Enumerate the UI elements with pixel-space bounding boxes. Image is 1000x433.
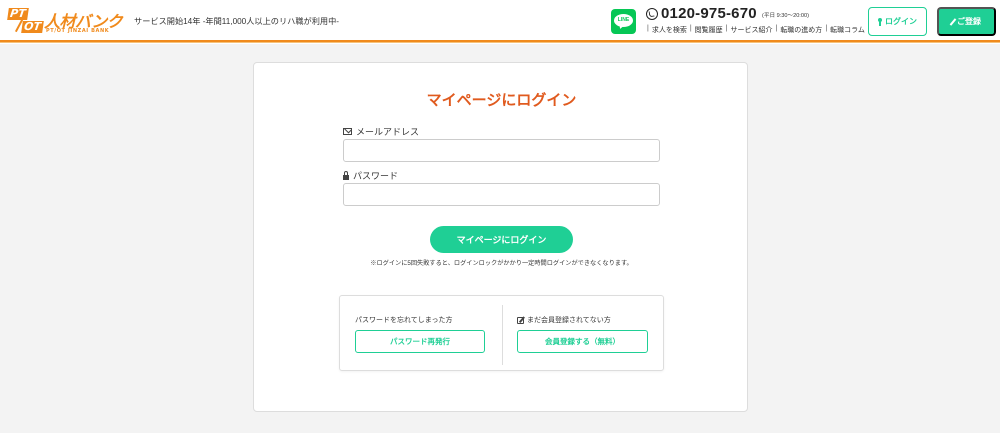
email-label-text: メールアドレス [356, 127, 420, 137]
line-button[interactable]: LINE [611, 9, 636, 34]
password-label: パスワード [343, 169, 398, 182]
subnav-item-search-jobs[interactable]: 求人を検索 [652, 25, 687, 35]
signup-label: まだ会員登録されてない方 [517, 315, 611, 325]
header-register-label: ご登録 [957, 17, 981, 26]
header-subnav: | 求人を検索 | 閲覧履歴 | サービス紹介 | 転職の進め方 | 転職コラム… [644, 25, 873, 35]
login-card: マイページにログイン メールアドレス パスワード マイページにログイン ※ログイ… [253, 62, 748, 412]
login-lock-notice: ※ログインに5回失敗すると、ログインロックがかかり一定時間ログインができなくなり… [370, 260, 633, 267]
site-logo[interactable]: PT OT 人材バンク PT/OT JINZAI BANK [6, 7, 123, 37]
forgot-password-label: パスワードを忘れてしまった方 [355, 315, 453, 325]
line-label: LINE [617, 17, 630, 23]
login-submit-button[interactable]: マイページにログイン [430, 226, 573, 253]
header-login-button[interactable]: ログイン [868, 7, 927, 36]
key-icon [878, 17, 882, 26]
forgot-password-text: パスワードを忘れてしまった方 [355, 317, 453, 324]
phone-icon [646, 8, 658, 20]
signup-button[interactable]: 会員登録する（無料） [517, 330, 648, 353]
subnav-separator: | [647, 25, 649, 32]
subnav-item-history[interactable]: 閲覧履歴 [695, 25, 723, 35]
signup-text: まだ会員登録されてない方 [527, 317, 611, 324]
account-help-box: パスワードを忘れてしまった方 パスワード再発行 まだ会員登録されてない方 会員登… [339, 295, 664, 371]
subnav-separator: | [689, 25, 692, 32]
email-label: メールアドレス [343, 125, 419, 138]
subbox-divider [502, 305, 503, 365]
subnav-item-guide[interactable]: 転職の進め方 [780, 25, 822, 35]
site-header: PT OT 人材バンク PT/OT JINZAI BANK サービス開始14年 … [0, 0, 1000, 44]
page-title: マイページにログイン [426, 92, 577, 109]
line-bubble-tail [617, 23, 625, 30]
header-register-button[interactable]: ご登録 [937, 7, 996, 36]
subnav-separator: | [825, 25, 828, 32]
phone-hours: (平日 9:30〜20:00) [762, 13, 809, 19]
password-field[interactable] [343, 183, 660, 206]
subnav-item-column[interactable]: 転職コラム [830, 25, 865, 35]
logo-subtitle: PT/OT JINZAI BANK [46, 28, 110, 34]
edit-icon [517, 316, 524, 324]
reset-password-button[interactable]: パスワード再発行 [355, 330, 485, 353]
subnav-item-service[interactable]: サービス紹介 [730, 25, 772, 35]
header-login-label: ログイン [885, 17, 917, 26]
header-accent-line-light [0, 42, 1000, 43]
lock-icon [343, 170, 349, 180]
email-field[interactable] [343, 139, 660, 162]
header-tagline: サービス開始14年 -年間11,000人以上のリハ職が利用中- [134, 17, 340, 26]
password-label-text: パスワード [353, 171, 399, 181]
subnav-separator: | [775, 25, 778, 32]
pencil-icon [949, 17, 957, 26]
logo-ot: OT [21, 20, 44, 33]
phone-number[interactable]: 0120-975-670 [661, 5, 757, 22]
logo-mark: PT OT [6, 7, 46, 35]
mail-icon [343, 128, 352, 135]
subnav-separator: | [725, 25, 728, 32]
